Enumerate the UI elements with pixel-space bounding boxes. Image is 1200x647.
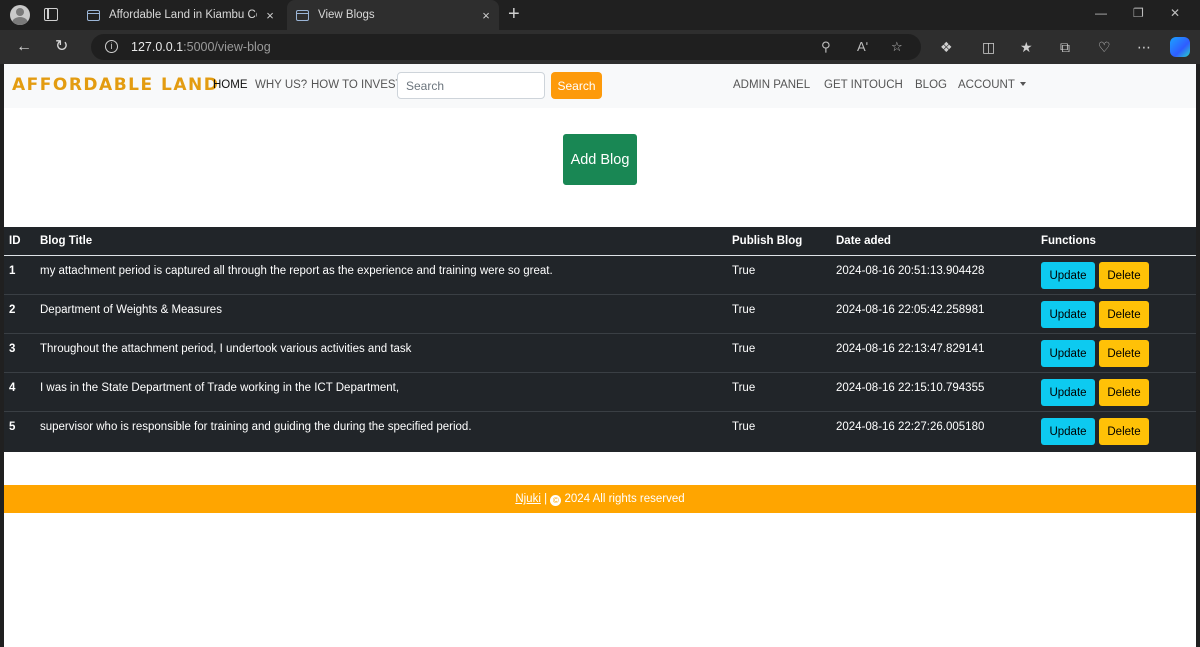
address-bar: ← ↻ i 127.0.0.1:5000/view-blog ⚲ Aʹ ☆ ❖ …	[0, 30, 1200, 64]
cell-publish: True	[732, 343, 756, 355]
url-text: 127.0.0.1:5000/view-blog	[131, 40, 271, 54]
read-aloud-icon[interactable]: Aʹ	[857, 39, 868, 54]
cell-publish: True	[732, 304, 756, 316]
copilot-icon[interactable]	[1170, 37, 1190, 57]
cell-id: 1	[9, 265, 16, 277]
update-button[interactable]: Update	[1041, 262, 1095, 289]
cell-id: 5	[9, 421, 16, 433]
nav-home-link[interactable]: HOME	[213, 79, 248, 91]
page-favicon-icon	[296, 9, 309, 21]
cell-id: 2	[9, 304, 16, 316]
nav-how-to-invest-link[interactable]: HOW TO INVEST	[311, 79, 403, 91]
nav-blog-link[interactable]: BLOG	[915, 79, 947, 91]
browser-tab-bar: Affordable Land in Kiambu Coun × View Bl…	[0, 0, 1200, 30]
delete-button[interactable]: Delete	[1099, 340, 1149, 367]
site-brand-logo[interactable]: AFFORDABLE LAND	[12, 75, 219, 95]
cell-publish: True	[732, 265, 756, 277]
chevron-down-icon	[1019, 82, 1026, 86]
cell-publish: True	[732, 382, 756, 394]
more-options-icon[interactable]: ⋯	[1137, 38, 1151, 56]
cell-id: 4	[9, 382, 16, 394]
footer-separator: |	[544, 493, 548, 505]
footer-author-link[interactable]: Njuki	[515, 493, 541, 505]
page-favicon-icon	[87, 9, 100, 21]
page-viewport: AFFORDABLE LAND HOME WHY US? HOW TO INVE…	[4, 64, 1196, 647]
cell-title: my attachment period is captured all thr…	[40, 265, 553, 277]
column-header-date: Date aded	[836, 235, 891, 247]
extensions-icon[interactable]: ❖	[940, 38, 953, 56]
delete-button[interactable]: Delete	[1099, 418, 1149, 445]
tab-close-icon[interactable]: ×	[257, 8, 283, 23]
tab-title: Affordable Land in Kiambu Coun	[109, 9, 257, 21]
table-row: 5 supervisor who is responsible for trai…	[4, 412, 1196, 451]
site-info-icon[interactable]: i	[105, 40, 118, 53]
update-button[interactable]: Update	[1041, 340, 1095, 367]
column-header-title: Blog Title	[40, 235, 93, 247]
minimize-icon[interactable]: —	[1095, 6, 1107, 20]
update-button[interactable]: Update	[1041, 301, 1095, 328]
column-header-functions: Functions	[1041, 235, 1096, 247]
footer-rights: 2024 All rights reserved	[564, 493, 685, 505]
account-label: ACCOUNT	[958, 79, 1015, 91]
table-row: 4 I was in the State Department of Trade…	[4, 373, 1196, 412]
nav-why-us-link[interactable]: WHY US?	[255, 79, 307, 91]
site-navbar: AFFORDABLE LAND HOME WHY US? HOW TO INVE…	[4, 64, 1196, 108]
zoom-icon[interactable]: ⚲	[821, 39, 831, 55]
add-blog-button[interactable]: Add Blog	[563, 134, 637, 185]
cell-date: 2024-08-16 20:51:13.904428	[836, 265, 985, 277]
table-row: 2 Department of Weights & Measures True …	[4, 295, 1196, 334]
cell-title: supervisor who is responsible for traini…	[40, 421, 472, 433]
browser-tab-affordable-land[interactable]: Affordable Land in Kiambu Coun ×	[78, 0, 283, 30]
cell-date: 2024-08-16 22:27:26.005180	[836, 421, 985, 433]
nav-get-intouch-link[interactable]: GET INTOUCH	[824, 79, 903, 91]
cell-publish: True	[732, 421, 756, 433]
cell-title: I was in the State Department of Trade w…	[40, 382, 400, 394]
nav-admin-panel-link[interactable]: ADMIN PANEL	[733, 79, 810, 91]
update-button[interactable]: Update	[1041, 379, 1095, 406]
back-icon[interactable]: ←	[16, 37, 32, 57]
browser-tab-view-blogs[interactable]: View Blogs ×	[287, 0, 499, 30]
delete-button[interactable]: Delete	[1099, 262, 1149, 289]
table-row: 1 my attachment period is captured all t…	[4, 256, 1196, 295]
new-tab-button[interactable]: +	[508, 4, 520, 24]
window-close-icon[interactable]: ✕	[1170, 6, 1180, 20]
column-header-publish: Publish Blog	[732, 235, 803, 247]
restore-icon[interactable]: ❐	[1133, 6, 1144, 20]
delete-button[interactable]: Delete	[1099, 301, 1149, 328]
favorite-star-icon[interactable]: ☆	[891, 39, 903, 55]
cell-id: 3	[9, 343, 16, 355]
collections-icon[interactable]: ⧉	[1060, 38, 1070, 56]
cell-title: Department of Weights & Measures	[40, 304, 222, 316]
nav-account-dropdown[interactable]: ACCOUNT	[958, 79, 1026, 91]
search-button[interactable]: Search	[551, 72, 602, 99]
column-header-id: ID	[9, 235, 21, 247]
table-header: ID Blog Title Publish Blog Date aded Fun…	[4, 227, 1196, 256]
tab-close-icon[interactable]: ×	[473, 8, 499, 23]
delete-button[interactable]: Delete	[1099, 379, 1149, 406]
url-field[interactable]: i 127.0.0.1:5000/view-blog ⚲ Aʹ ☆	[91, 34, 921, 60]
split-screen-icon[interactable]: ◫	[982, 38, 995, 56]
search-input[interactable]	[397, 72, 545, 99]
tab-actions-icon[interactable]	[44, 8, 58, 21]
profile-avatar-icon[interactable]	[10, 5, 30, 25]
tab-title: View Blogs	[318, 9, 375, 21]
table-row: 3 Throughout the attachment period, I un…	[4, 334, 1196, 373]
refresh-icon[interactable]: ↻	[55, 37, 68, 57]
cell-title: Throughout the attachment period, I unde…	[40, 343, 412, 355]
url-path: :5000/view-blog	[183, 40, 271, 54]
url-host: 127.0.0.1	[131, 40, 184, 54]
cell-date: 2024-08-16 22:13:47.829141	[836, 343, 985, 355]
update-button[interactable]: Update	[1041, 418, 1095, 445]
blog-table: ID Blog Title Publish Blog Date aded Fun…	[4, 227, 1196, 452]
favorites-icon[interactable]: ★	[1020, 38, 1033, 56]
site-footer: Njuki | © 2024 All rights reserved	[4, 485, 1196, 513]
cell-date: 2024-08-16 22:15:10.794355	[836, 382, 985, 394]
cell-date: 2024-08-16 22:05:42.258981	[836, 304, 985, 316]
browser-essentials-icon[interactable]: ♡	[1098, 38, 1111, 56]
copyright-icon: ©	[550, 495, 562, 506]
